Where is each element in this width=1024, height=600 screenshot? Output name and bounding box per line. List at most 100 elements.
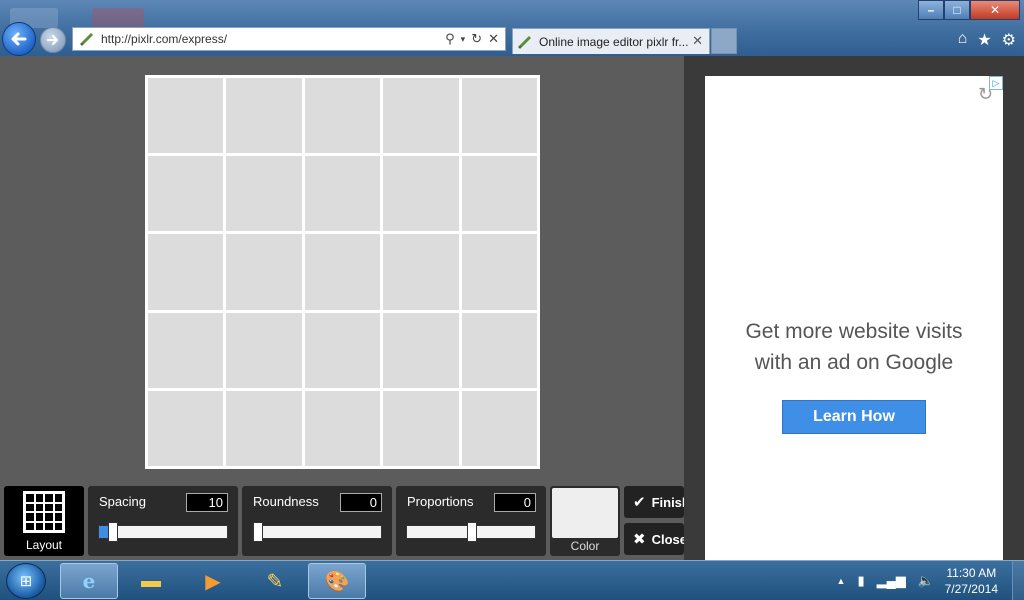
browser-titlebar: http://pixlr.com/express/ ⚲ ▾ ↻ ✕ Online…: [0, 0, 1024, 56]
refresh-icon[interactable]: ↻: [471, 31, 482, 47]
gear-icon[interactable]: ⚙: [1002, 30, 1016, 50]
collage-cell[interactable]: [148, 156, 224, 232]
collage-cell[interactable]: [383, 156, 459, 232]
windows-logo-icon: ⊞: [19, 573, 33, 590]
tab-pixlr[interactable]: Online image editor pixlr fr... ✕: [512, 28, 710, 54]
google-ad[interactable]: ▷ ↻ Get more website visits with an ad o…: [705, 76, 1003, 560]
forward-button[interactable]: [40, 27, 66, 53]
search-icon[interactable]: ⚲: [445, 31, 455, 47]
taskbar-internet-explorer[interactable]: e: [60, 563, 118, 599]
tab-close-icon[interactable]: ✕: [692, 33, 703, 49]
show-desktop-button[interactable]: [1012, 561, 1024, 600]
collage-grid: [148, 78, 537, 466]
volume-icon[interactable]: 🔈: [918, 573, 934, 589]
roundness-control: Roundness 0: [242, 486, 392, 556]
collage-cell[interactable]: [148, 390, 224, 466]
collage-cell[interactable]: [461, 312, 537, 388]
roundness-slider-thumb[interactable]: [253, 522, 263, 542]
ad-refresh-icon[interactable]: ↻: [978, 84, 993, 105]
media-player-icon: ▶: [205, 570, 221, 593]
window-controls: – □ ✕: [918, 0, 1020, 20]
collage-cell[interactable]: [304, 78, 381, 154]
collage-canvas: [145, 75, 540, 469]
collage-cell[interactable]: [461, 156, 537, 232]
background-window-ghost: [92, 8, 144, 28]
ad-headline-line-2: with an ad on Google: [754, 351, 954, 374]
address-bar[interactable]: http://pixlr.com/express/ ⚲ ▾ ↻ ✕: [72, 27, 506, 51]
collage-cell[interactable]: [148, 78, 224, 154]
spacing-slider[interactable]: [98, 522, 228, 542]
proportions-slider-thumb[interactable]: [467, 522, 477, 542]
ad-headline-line-1: Get more website visits: [745, 320, 963, 343]
collage-cell[interactable]: [304, 390, 381, 466]
collage-cell[interactable]: [383, 78, 459, 154]
new-tab-button[interactable]: [711, 28, 737, 54]
proportions-value-input[interactable]: 0: [494, 493, 536, 512]
close-icon: ✖: [633, 531, 646, 548]
system-clock[interactable]: 11:30 AM 7/27/2014: [945, 565, 998, 597]
collage-cell[interactable]: [304, 234, 381, 310]
close-button[interactable]: ✖ Close: [624, 523, 684, 555]
collage-cell[interactable]: [304, 156, 381, 232]
proportions-control: Proportions 0: [396, 486, 546, 556]
power-icon[interactable]: ▮: [857, 573, 864, 589]
collage-cell[interactable]: [383, 390, 459, 466]
network-icon[interactable]: ▂▄▆: [877, 573, 906, 589]
star-icon[interactable]: ★: [977, 30, 991, 50]
collage-cell[interactable]: [226, 312, 302, 388]
proportions-label: Proportions: [407, 494, 474, 509]
spacing-label: Spacing: [99, 494, 146, 509]
color-swatch[interactable]: [552, 488, 618, 538]
grid-icon: [23, 491, 65, 533]
roundness-slider[interactable]: [252, 522, 382, 542]
palette-icon: 🎨: [324, 570, 350, 593]
collage-cell[interactable]: [226, 390, 302, 466]
tab-title: Online image editor pixlr fr...: [539, 34, 689, 49]
dropdown-arrow-icon[interactable]: ▾: [461, 31, 466, 47]
collage-cell[interactable]: [383, 312, 459, 388]
pixlr-favicon-icon: [517, 35, 532, 49]
back-button[interactable]: [2, 22, 36, 56]
close-window-button[interactable]: ✕: [970, 0, 1020, 20]
collage-cell[interactable]: [226, 156, 302, 232]
stop-icon[interactable]: ✕: [488, 31, 499, 47]
spacing-value-input[interactable]: 10: [186, 493, 228, 512]
maximize-button[interactable]: □: [944, 0, 970, 20]
collage-cell[interactable]: [461, 390, 537, 466]
taskbar-paint-app[interactable]: ✎: [246, 563, 304, 599]
collage-cell[interactable]: [304, 312, 381, 388]
internet-explorer-icon: e: [82, 569, 96, 593]
collage-cell[interactable]: [461, 234, 537, 310]
proportions-slider[interactable]: [406, 522, 536, 542]
back-arrow-icon: [11, 32, 27, 46]
taskbar-media-player[interactable]: ▶: [184, 563, 242, 599]
roundness-label: Roundness: [253, 494, 319, 509]
show-hidden-icons-icon[interactable]: ▲: [837, 573, 846, 589]
collage-cell[interactable]: [383, 234, 459, 310]
check-icon: ✔: [633, 494, 646, 511]
close-label: Close: [651, 531, 684, 547]
taskbar-paint[interactable]: 🎨: [308, 563, 366, 599]
spacing-slider-thumb[interactable]: [108, 522, 118, 542]
ad-headline: Get more website visits with an ad on Go…: [705, 316, 1003, 378]
learn-how-button[interactable]: Learn How: [782, 400, 926, 434]
roundness-value-input[interactable]: 0: [340, 493, 382, 512]
layout-label: Layout: [25, 538, 63, 552]
collage-cell[interactable]: [461, 78, 537, 154]
layout-button[interactable]: Layout: [4, 486, 84, 556]
collage-cell[interactable]: [148, 234, 224, 310]
folder-icon: ▬: [141, 569, 161, 592]
color-picker[interactable]: Color: [550, 486, 620, 556]
home-icon[interactable]: ⌂: [958, 30, 968, 50]
taskbar-file-explorer[interactable]: ▬: [122, 563, 180, 599]
finish-button[interactable]: ✔ Finish: [624, 486, 684, 518]
address-url[interactable]: http://pixlr.com/express/: [101, 32, 227, 46]
collage-cell[interactable]: [226, 234, 302, 310]
collage-cell[interactable]: [226, 78, 302, 154]
start-button[interactable]: ⊞: [6, 563, 46, 599]
collage-cell[interactable]: [148, 312, 224, 388]
browser-right-nav: ⌂ ★ ⚙: [958, 30, 1016, 50]
clock-time: 11:30 AM: [946, 566, 997, 580]
taskbar: ⊞ e ▬ ▶ ✎ 🎨 ▲ ▮ ▂▄▆ 🔈 11:30 AM 7/27/2014: [0, 560, 1024, 600]
minimize-button[interactable]: –: [918, 0, 944, 20]
